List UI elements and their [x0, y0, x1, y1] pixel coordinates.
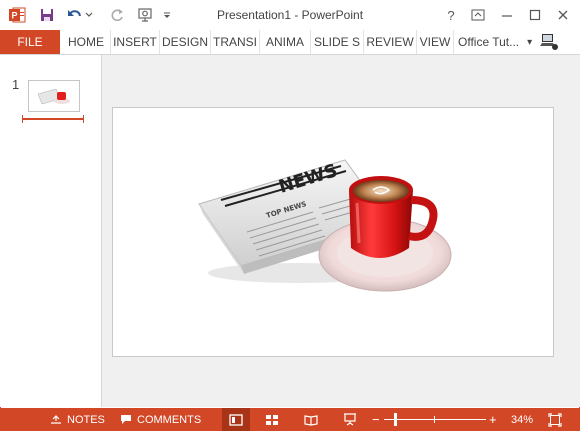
status-bar: NOTES COMMENTS − + 34%: [0, 408, 580, 431]
chevron-down-icon: ▾: [527, 36, 533, 48]
normal-view-button[interactable]: [222, 408, 250, 431]
notes-button[interactable]: NOTES: [50, 408, 105, 431]
slide-thumbnail-pane: 1: [0, 55, 102, 407]
comments-button[interactable]: COMMENTS: [120, 408, 201, 431]
reading-view-icon: [304, 414, 318, 426]
fit-slide-to-window-button[interactable]: [541, 408, 569, 431]
notes-label: NOTES: [67, 413, 105, 426]
maximize-icon[interactable]: [524, 5, 546, 25]
tab-animations[interactable]: ANIMA: [259, 30, 310, 54]
comments-label: COMMENTS: [137, 413, 202, 426]
tab-view[interactable]: VIEW: [416, 30, 454, 54]
notes-icon: [51, 414, 61, 424]
minimize-icon[interactable]: [496, 5, 518, 25]
account-avatar-icon: [538, 32, 560, 52]
zoom-slider[interactable]: [384, 408, 486, 431]
tab-review[interactable]: REVIEW: [363, 30, 416, 54]
news-coffee-image[interactable]: NEWS TOP NEWS: [113, 108, 553, 356]
reading-view-button[interactable]: [297, 408, 325, 431]
tab-transitions[interactable]: TRANSI: [210, 30, 259, 54]
slide-sorter-icon: [266, 414, 278, 425]
close-icon[interactable]: [552, 5, 574, 25]
account-menu[interactable]: Office Tut... ▾: [458, 30, 560, 54]
normal-view-icon: [229, 413, 243, 426]
account-name: Office Tut...: [458, 35, 520, 49]
title-bar: P Presentation1 - PowerPoint ?: [0, 0, 580, 30]
slide-thumbnail[interactable]: [28, 80, 80, 112]
zoom-level[interactable]: 34%: [511, 408, 533, 431]
window-title: Presentation1 - PowerPoint: [216, 8, 364, 22]
zoom-slider-center-tick: [434, 416, 435, 423]
comments-icon: [121, 415, 131, 424]
ribbon-tabs: FILE HOME INSERT DESIGN TRANSI ANIMA SLI…: [0, 30, 580, 55]
ribbon-display-options-icon[interactable]: [467, 5, 489, 25]
slide-show-button[interactable]: [336, 408, 364, 431]
slide-insert-marker: [22, 115, 84, 123]
slide-show-icon: [344, 413, 356, 426]
tab-home[interactable]: HOME: [63, 30, 109, 54]
tab-file[interactable]: FILE: [0, 30, 60, 54]
help-button[interactable]: ?: [440, 5, 462, 25]
zoom-in-button[interactable]: +: [489, 408, 497, 431]
zoom-slider-thumb[interactable]: [394, 413, 398, 426]
slide-sorter-button[interactable]: [258, 408, 286, 431]
zoom-out-button[interactable]: −: [372, 408, 380, 431]
tab-slide-show[interactable]: SLIDE S: [310, 30, 363, 54]
slide-number: 1: [12, 77, 20, 92]
tab-design[interactable]: DESIGN: [159, 30, 210, 54]
slide-canvas[interactable]: NEWS TOP NEWS: [112, 107, 554, 357]
fit-to-window-icon: [548, 412, 562, 427]
tab-insert[interactable]: INSERT: [110, 30, 159, 54]
slide-editing-area: NEWS TOP NEWS: [102, 55, 580, 407]
zoom-slider-track: [384, 419, 486, 420]
